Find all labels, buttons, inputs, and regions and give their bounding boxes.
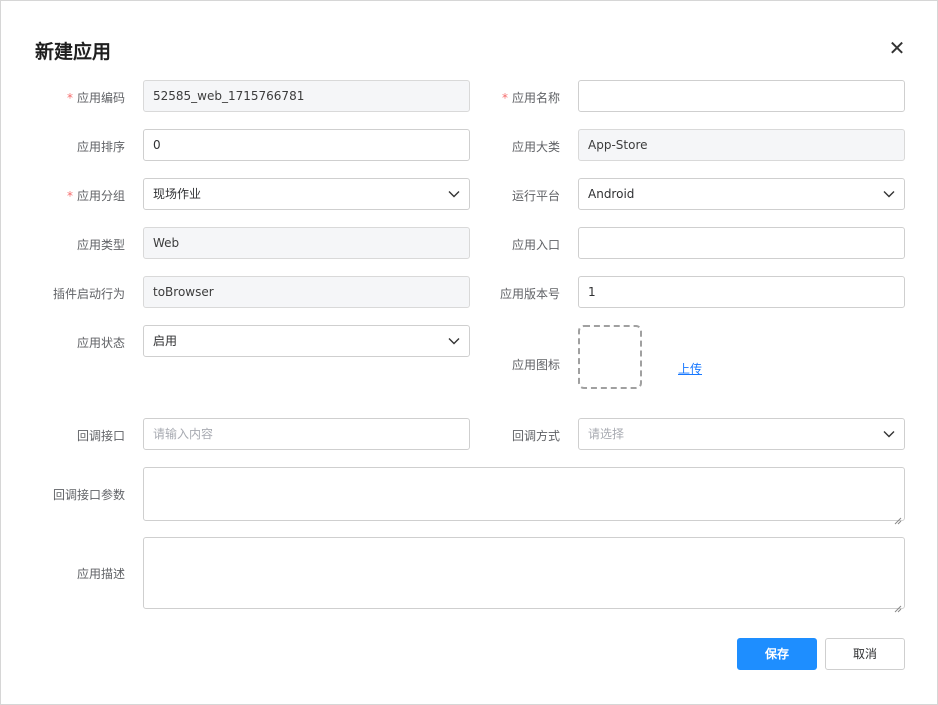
app-category-label: 应用大类 [511,140,560,154]
cancel-button[interactable]: 取消 [825,638,905,670]
app-category-field: App-Store [578,129,905,161]
required-mark: * [66,91,73,105]
new-app-dialog: 新建应用 ✕ * 应用编码 52585_web_1715766781 * 应用名称 … [0,0,938,705]
run-platform-select[interactable]: Android [578,178,905,210]
plugin-behavior-label: 插件启动行为 [52,287,125,301]
app-code-field: 52585_web_1715766781 [143,80,470,112]
app-group-select[interactable]: 现场作业 [143,178,470,210]
app-group-label: * 应用分组 [66,189,125,203]
app-entry-input[interactable] [578,227,905,259]
app-icon-label: 应用图标 [511,358,560,372]
close-icon[interactable]: ✕ [885,37,909,61]
upload-link[interactable]: 上传 [678,360,702,377]
app-entry-label: 应用入口 [511,238,560,252]
callback-params-textarea[interactable] [143,467,905,525]
dialog-title: 新建应用 [35,41,112,63]
save-button[interactable]: 保存 [737,638,817,670]
callback-method-placeholder: 请选择 [588,427,625,441]
icon-upload-box[interactable] [578,325,642,389]
callback-params-label: 回调接口参数 [52,488,125,502]
chevron-down-icon [883,428,895,440]
app-version-label: 应用版本号 [499,287,560,301]
callback-api-input[interactable]: 请输入内容 [143,418,470,450]
chevron-down-icon [883,188,895,200]
app-desc-textarea[interactable] [143,537,905,613]
callback-method-select[interactable]: 请选择 [578,418,905,450]
app-version-input[interactable]: 1 [578,276,905,308]
app-type-label: 应用类型 [76,238,125,252]
app-status-select[interactable]: 启用 [143,325,470,357]
app-name-label: * 应用名称 [501,91,560,105]
plugin-behavior-field: toBrowser [143,276,470,308]
app-sort-label: 应用排序 [76,140,125,154]
callback-api-label: 回调接口 [76,429,125,443]
run-platform-value: Android [588,187,635,201]
app-group-value: 现场作业 [153,187,202,201]
app-status-label: 应用状态 [76,336,125,350]
app-code-label: * 应用编码 [66,91,125,105]
app-name-input[interactable] [578,80,905,112]
resize-handle-icon[interactable] [894,510,902,525]
required-mark: * [66,189,73,203]
required-mark: * [501,91,508,105]
chevron-down-icon [448,188,460,200]
run-platform-label: 运行平台 [511,189,560,203]
resize-handle-icon[interactable] [894,598,902,613]
app-desc-label: 应用描述 [76,567,125,581]
app-status-value: 启用 [153,334,178,348]
app-sort-input[interactable]: 0 [143,129,470,161]
callback-method-label: 回调方式 [511,429,560,443]
chevron-down-icon [448,335,460,347]
app-type-field: Web [143,227,470,259]
